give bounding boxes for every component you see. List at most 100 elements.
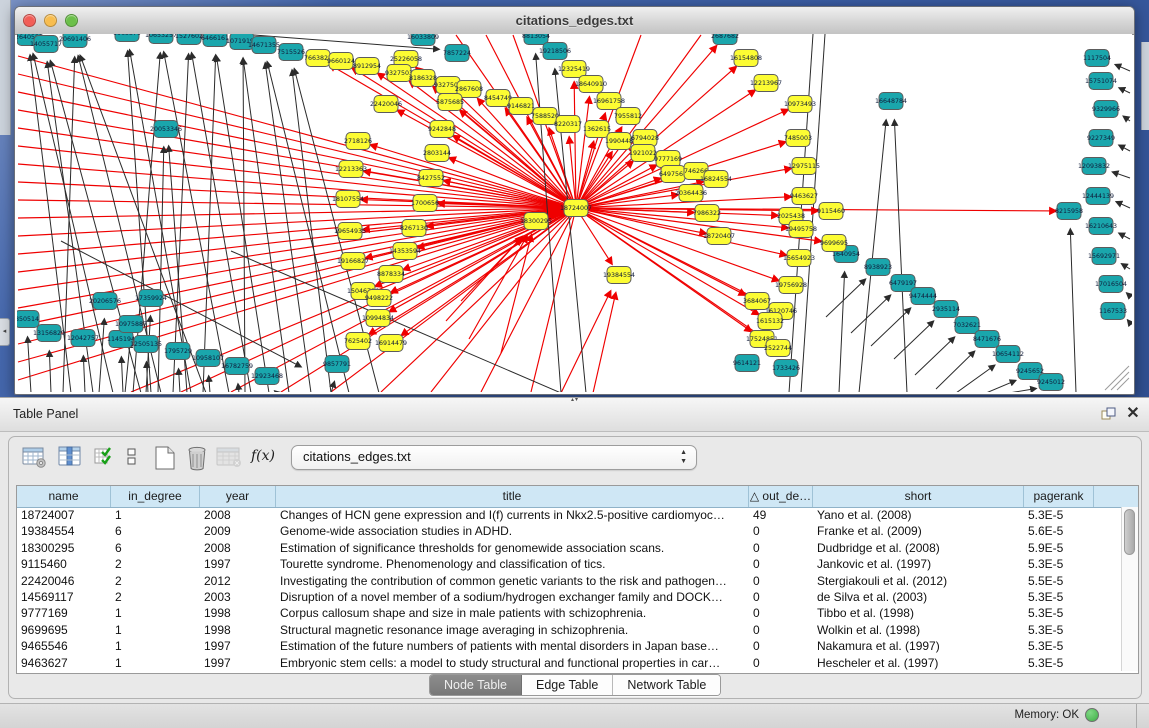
graph-node[interactable]: 1990448 (605, 133, 633, 150)
memory-status-dot[interactable] (1085, 708, 1099, 722)
graph-node[interactable]: 10994834 (362, 310, 394, 327)
graph-node[interactable]: 18720407 (703, 228, 735, 245)
graph-node[interactable]: 10958107 (192, 350, 224, 367)
graph-node[interactable]: 1615132 (756, 313, 784, 330)
graph-node[interactable]: 20206576 (89, 293, 121, 310)
column-header-year[interactable]: year (200, 486, 276, 507)
graph-node[interactable]: 9245012 (1037, 374, 1065, 391)
tab-node-table[interactable]: Node Table (430, 675, 522, 695)
table-row[interactable]: 946362711997Embryonic stem cells: a mode… (17, 655, 1138, 671)
close-panel-icon[interactable]: ✕ (1124, 404, 1142, 423)
table-row[interactable]: 1938455462009Genome-wide association stu… (17, 523, 1138, 539)
graph-node[interactable]: 6794028 (631, 130, 659, 147)
column-header-name[interactable]: name (17, 486, 111, 507)
network-view-canvas[interactable]: 1872400718300295193845542640557140557172… (17, 34, 1132, 392)
panel-collapse-handle[interactable]: ◂ (0, 318, 10, 346)
table-row[interactable]: 1830029562008Estimation of significance … (17, 540, 1138, 556)
graph-node[interactable]: 6466161 (201, 34, 229, 47)
row-height-icon[interactable] (123, 443, 151, 471)
graph-node[interactable]: 15751074 (1085, 73, 1117, 90)
graph-node[interactable]: 19756928 (775, 277, 807, 294)
import-table-checks-icon[interactable] (93, 443, 121, 471)
graph-node[interactable]: 1733426 (772, 360, 800, 377)
graph-node[interactable]: 12505135 (130, 336, 162, 353)
graph-node[interactable]: 19384554 (603, 267, 635, 284)
table-scrollbar[interactable] (1121, 507, 1138, 671)
column-header-title[interactable]: title (276, 486, 749, 507)
graph-node[interactable]: 9227349 (1087, 130, 1115, 147)
graph-node[interactable]: 9146821 (507, 98, 535, 115)
graph-node[interactable]: 7857224 (443, 45, 471, 62)
graph-node[interactable]: 9777169 (654, 151, 682, 168)
graph-node[interactable]: 19654935 (334, 223, 366, 240)
graph-node[interactable]: 2687682 (711, 34, 739, 45)
graph-node[interactable]: 8220317 (554, 116, 582, 133)
graph-node[interactable]: 1965379 (113, 34, 141, 42)
graph-node[interactable]: 12923468 (251, 368, 283, 385)
graph-node[interactable]: 16210643 (1085, 218, 1117, 235)
column-header-pagerank[interactable]: pagerank (1024, 486, 1094, 507)
graph-node[interactable]: 9660124 (327, 53, 355, 70)
graph-node[interactable]: 16782759 (221, 358, 253, 375)
graph-node[interactable]: 2522744 (764, 340, 792, 357)
graph-node[interactable]: 16033809 (407, 34, 439, 46)
graph-node[interactable]: 20053346 (150, 121, 182, 138)
graph-node[interactable]: 9329966 (1092, 101, 1120, 118)
graph-node[interactable]: 7986322 (693, 205, 721, 222)
graph-node[interactable]: 18724007 (560, 200, 592, 217)
graph-node[interactable]: 12975115 (788, 158, 820, 175)
graph-node[interactable]: 20691406 (59, 34, 91, 48)
table-row[interactable]: 2242004622012Investigating the contribut… (17, 573, 1138, 589)
graph-node[interactable]: 1700656 (411, 195, 439, 212)
graph-node[interactable]: 10653257 (145, 34, 177, 44)
graph-node[interactable]: 3684067 (743, 293, 771, 310)
graph-node[interactable]: 2935114 (932, 301, 960, 318)
graph-node[interactable]: 7625402 (344, 333, 372, 350)
graph-node[interactable]: 16824554 (700, 171, 732, 188)
table-row[interactable]: 1456911722003Disruption of a novel membe… (17, 589, 1138, 605)
table-scrollbar-thumb[interactable] (1124, 509, 1135, 555)
graph-node[interactable]: 14353594 (389, 243, 421, 260)
graph-node[interactable]: 9614121 (733, 355, 761, 372)
table-select-dropdown[interactable]: citations_edges.txt ▲▼ (291, 445, 697, 470)
graph-node[interactable]: 1527602 (175, 34, 203, 45)
graph-node[interactable]: 9463627 (790, 188, 818, 205)
graph-node[interactable]: 9498222 (365, 290, 393, 307)
graph-node[interactable]: 8215958 (1055, 203, 1083, 220)
graph-node[interactable]: 14055717 (30, 36, 62, 53)
graph-node[interactable]: 8186328 (409, 70, 437, 87)
graph-node[interactable]: 2718126 (344, 133, 372, 150)
column-header-in_degree[interactable]: in_degree (111, 486, 200, 507)
graph-node[interactable]: 13156829 (33, 325, 65, 342)
graph-node[interactable]: 1117504 (1083, 50, 1111, 67)
graph-node[interactable]: 16961758 (593, 93, 625, 110)
graph-node[interactable]: 15692971 (1088, 248, 1120, 265)
graph-node[interactable]: 12042757 (67, 330, 99, 347)
network-window-titlebar[interactable]: citations_edges.txt (15, 7, 1134, 35)
graph-node[interactable]: 8471676 (973, 331, 1001, 348)
graph-node[interactable]: 8878334 (377, 266, 405, 283)
graph-node[interactable]: 12093832 (1078, 158, 1110, 175)
graph-node[interactable]: 1362615 (583, 121, 611, 138)
table-row[interactable]: 977716911998Corpus callosum shape and si… (17, 605, 1138, 621)
split-pane-divider-handle[interactable]: ▴▾ (566, 397, 584, 404)
graph-node[interactable]: 16648784 (875, 93, 907, 110)
graph-node[interactable]: 19218506 (539, 43, 571, 60)
graph-node[interactable]: 9242848 (428, 121, 456, 138)
graph-node[interactable]: 20364436 (675, 185, 707, 202)
graph-node[interactable]: 12444139 (1082, 188, 1114, 205)
new-document-icon[interactable] (151, 443, 179, 471)
graph-node[interactable]: 10975887 (115, 316, 147, 333)
graph-node[interactable]: 10973493 (784, 96, 816, 113)
graph-node[interactable]: 9115460 (817, 203, 845, 220)
graph-node[interactable]: 8267130 (400, 220, 428, 237)
graph-node[interactable]: 9699695 (820, 235, 848, 252)
graph-node[interactable]: 22420046 (370, 96, 402, 113)
graph-node[interactable]: 10654112 (992, 346, 1024, 363)
graph-node[interactable]: 2803144 (423, 145, 451, 162)
graph-node[interactable]: 8938923 (864, 259, 892, 276)
graph-node[interactable]: 7955812 (614, 108, 642, 125)
show-columns-icon[interactable] (57, 443, 85, 471)
graph-node[interactable]: 17016504 (1095, 276, 1127, 293)
graph-node[interactable]: 6497568 (659, 166, 687, 183)
